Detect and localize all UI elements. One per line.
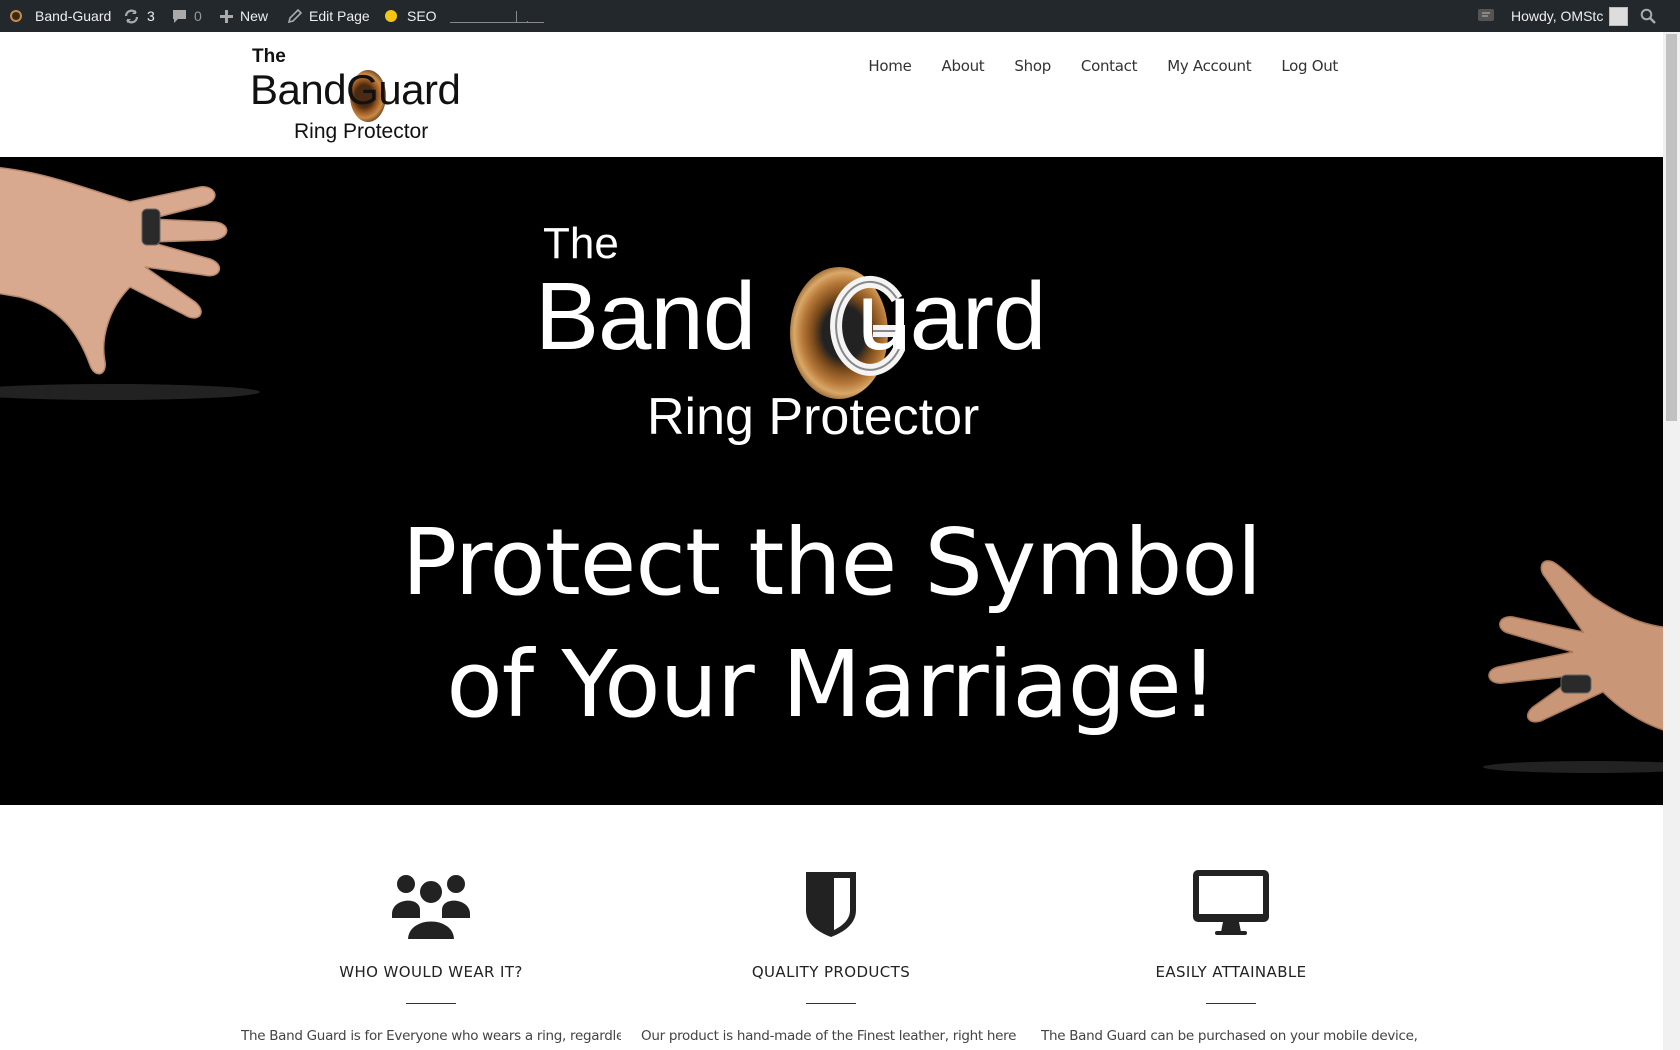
site-header: The BandGuard Ring Protector Home About …: [0, 32, 1663, 157]
users-icon: [392, 875, 470, 940]
site-name-link[interactable]: Band-Guard: [35, 0, 111, 32]
divider: [806, 1003, 856, 1004]
avatar: [1609, 6, 1629, 26]
refresh-icon: [124, 9, 139, 23]
divider: [1206, 1003, 1256, 1004]
nav-home[interactable]: Home: [853, 57, 926, 75]
desktop-icon: [1193, 870, 1269, 935]
feature-title: WHO WOULD WEAR IT?: [339, 963, 523, 981]
notification-icon[interactable]: [1477, 0, 1495, 32]
features-section: WHO WOULD WEAR IT? The Band Guard is for…: [0, 805, 1663, 1050]
nav-shop[interactable]: Shop: [999, 57, 1066, 75]
wp-admin-bar: Band-Guard 3 0 New Edit Page SEO Howdy, …: [0, 0, 1680, 32]
new-content-link[interactable]: New: [220, 0, 268, 32]
logo-the: The: [252, 46, 286, 67]
site-logo[interactable]: The BandGuard Ring Protector: [250, 44, 490, 143]
updates-count: 3: [147, 8, 155, 24]
shield-icon: [806, 872, 856, 937]
hero-logo-subtitle: Ring Protector: [647, 388, 980, 446]
stats-sparkline[interactable]: [450, 0, 546, 32]
search-icon[interactable]: [1640, 0, 1656, 32]
edit-page-link[interactable]: Edit Page: [288, 0, 370, 32]
nav-about[interactable]: About: [927, 57, 1000, 75]
wp-logo-icon[interactable]: [10, 0, 22, 32]
howdy-label: Howdy, OMStc: [1511, 8, 1604, 24]
comments-count: 0: [194, 8, 202, 24]
hero-logo: The Band uard Ring Protector: [535, 217, 1135, 457]
nav-contact[interactable]: Contact: [1066, 57, 1152, 75]
divider: [406, 1003, 456, 1004]
logo-brand: BandGuard: [250, 66, 461, 113]
logo-subtitle: Ring Protector: [294, 120, 429, 143]
main-nav: Home About Shop Contact My Account Log O…: [853, 57, 1353, 75]
scrollbar-thumb[interactable]: [1666, 34, 1677, 421]
feature-text: The Band Guard can be purchased on your …: [1041, 1028, 1421, 1044]
tagline-line-1: Protect the Symbol: [401, 509, 1262, 616]
sparkline-bar: [543, 22, 544, 23]
my-account-link[interactable]: Howdy, OMStc: [1511, 0, 1629, 32]
updates-link[interactable]: 3: [123, 0, 155, 32]
feature-text: Our product is hand-made of the Finest l…: [641, 1028, 1021, 1044]
seo-link[interactable]: SEO: [385, 0, 437, 32]
nav-my-account[interactable]: My Account: [1152, 57, 1266, 75]
page-scrollbar[interactable]: [1663, 32, 1680, 1050]
edit-page-label: Edit Page: [309, 8, 370, 24]
seo-status-dot: [385, 10, 397, 22]
feature-title: EASILY ATTAINABLE: [1155, 963, 1307, 981]
plus-icon: [220, 9, 233, 23]
hero-banner: The Band uard Ring Protector Protect the …: [0, 157, 1663, 805]
comment-icon: [173, 9, 186, 23]
hero-logo-brand: Band uard: [535, 263, 1046, 370]
hero-tagline: Protect the Symbol of Your Marriage!: [0, 502, 1663, 746]
nav-log-out[interactable]: Log Out: [1266, 57, 1353, 75]
hand-with-ring-image: [0, 166, 260, 400]
feature-title: QUALITY PRODUCTS: [751, 963, 911, 981]
pencil-icon: [288, 9, 302, 23]
comments-link[interactable]: 0: [172, 0, 202, 32]
feature-text: The Band Guard is for Everyone who wears…: [241, 1028, 621, 1044]
site-name-label: Band-Guard: [35, 8, 112, 24]
new-label: New: [240, 8, 269, 24]
tagline-line-2: of Your Marriage!: [446, 631, 1217, 738]
seo-label: SEO: [407, 8, 437, 24]
